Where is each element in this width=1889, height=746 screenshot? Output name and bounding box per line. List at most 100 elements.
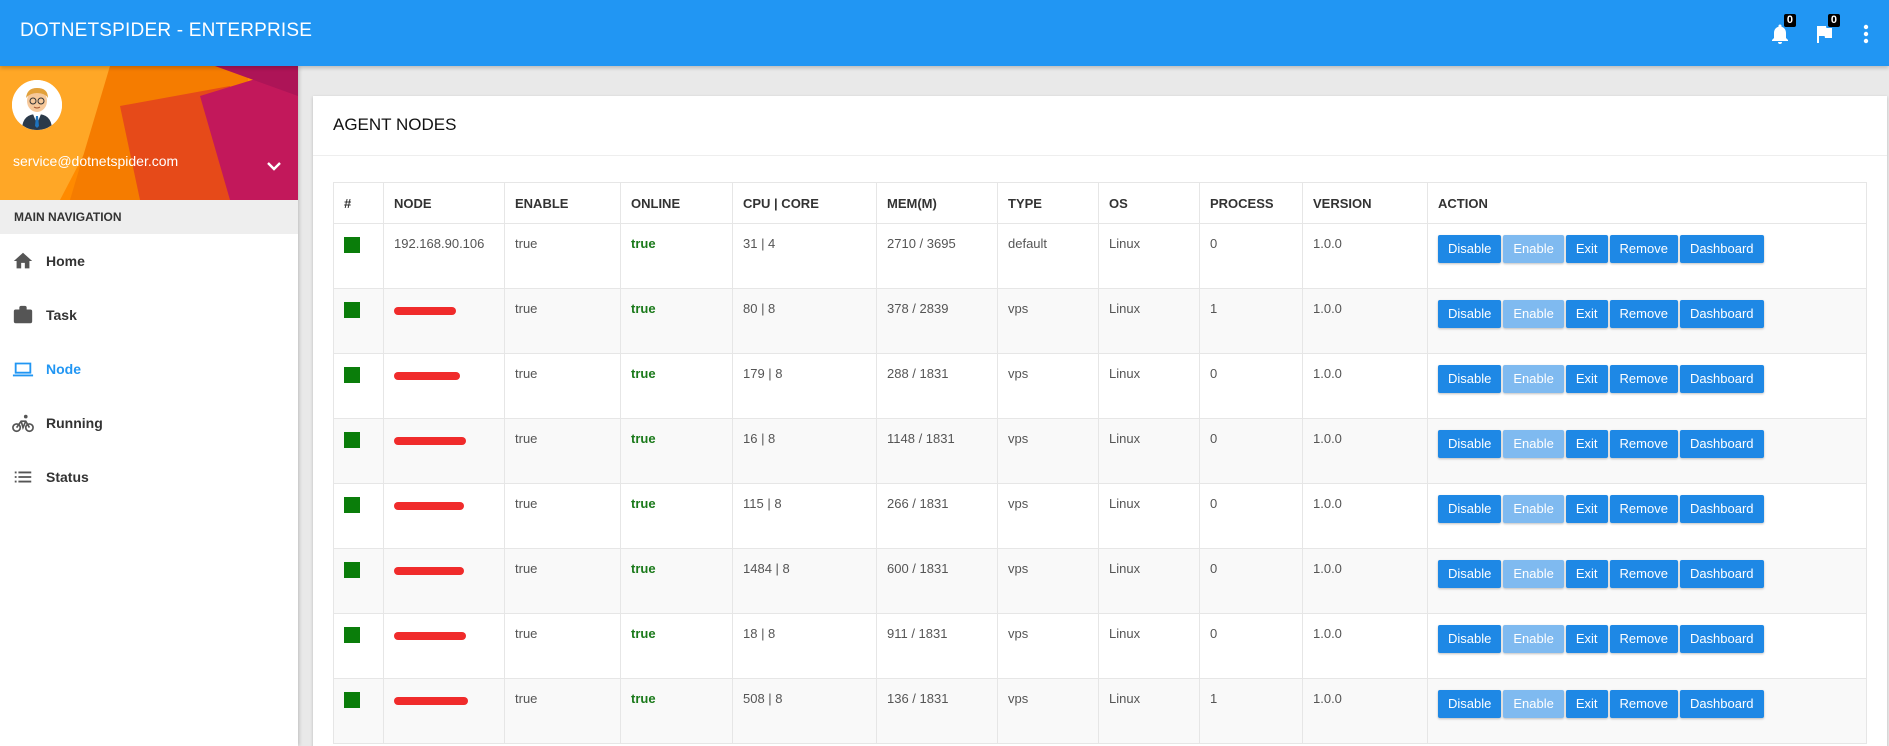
exit-button[interactable]: Exit <box>1565 300 1608 328</box>
dashboard-button[interactable]: Dashboard <box>1679 365 1764 393</box>
remove-button[interactable]: Remove <box>1609 365 1678 393</box>
remove-button[interactable]: Remove <box>1609 430 1678 458</box>
node-cell <box>383 288 505 354</box>
sidebar-item-status[interactable]: Status <box>0 450 298 504</box>
exit-button[interactable]: Exit <box>1565 235 1608 263</box>
user-panel: service@dotnetspider.com <box>0 66 298 200</box>
cpu-cell: 508 | 8 <box>732 678 877 744</box>
online-cell: true <box>620 288 733 354</box>
cpu-cell: 31 | 4 <box>732 223 877 289</box>
sidebar-item-task[interactable]: Task <box>0 288 298 342</box>
column-header: CPU | CORE <box>732 182 877 224</box>
version-cell: 1.0.0 <box>1302 223 1428 289</box>
column-header: TYPE <box>997 182 1099 224</box>
type-cell-value: vps <box>1008 691 1029 706</box>
online-cell: true <box>620 613 733 679</box>
nav-header: MAIN NAVIGATION <box>0 200 298 234</box>
table-row: true true 18 | 8 911 / 1831 vps Linux 0 1.0.0 Di… <box>333 613 1867 679</box>
action-cell: Disable Enable Exit Remove Dashboard <box>1427 548 1867 614</box>
top-app-bar: DOTNETSPIDER - ENTERPRISE 0 0 <box>0 0 1889 66</box>
enable-button: Enable <box>1503 365 1564 393</box>
remove-button[interactable]: Remove <box>1609 495 1678 523</box>
enable-cell: true <box>504 483 621 549</box>
chevron-down-icon[interactable] <box>264 156 284 176</box>
column-header: # <box>333 182 384 224</box>
version-cell-value: 1.0.0 <box>1313 431 1342 446</box>
notifications-button[interactable]: 0 <box>1768 14 1796 46</box>
online-cell-value: true <box>631 496 656 511</box>
sidebar-item-label: Node <box>46 361 81 377</box>
mem-cell-value: 2710 / 3695 <box>887 236 956 251</box>
enable-cell-value: true <box>515 236 538 251</box>
action-cell: Disable Enable Exit Remove Dashboard <box>1427 613 1867 679</box>
sidebar-item-node[interactable]: Node <box>0 342 298 396</box>
app-title: DOTNETSPIDER - ENTERPRISE <box>20 20 313 41</box>
remove-button[interactable]: Remove <box>1609 235 1678 263</box>
dashboard-button[interactable]: Dashboard <box>1679 300 1764 328</box>
exit-button[interactable]: Exit <box>1565 690 1608 718</box>
process-cell: 0 <box>1199 353 1303 419</box>
mem-cell-value: 266 / 1831 <box>887 496 949 511</box>
mem-cell: 288 / 1831 <box>876 353 998 419</box>
os-cell-value: Linux <box>1109 236 1141 251</box>
version-cell: 1.0.0 <box>1302 548 1428 614</box>
version-cell: 1.0.0 <box>1302 418 1428 484</box>
disable-button[interactable]: Disable <box>1438 365 1502 393</box>
sidebar-item-home[interactable]: Home <box>0 234 298 288</box>
status-cell <box>333 353 384 419</box>
sidebar: service@dotnetspider.com MAIN NAVIGATION… <box>0 66 298 746</box>
remove-button[interactable]: Remove <box>1609 300 1678 328</box>
flags-button[interactable]: 0 <box>1812 14 1840 46</box>
cpu-cell-value: 115 | 8 <box>743 496 782 511</box>
remove-button[interactable]: Remove <box>1609 690 1678 718</box>
remove-button[interactable]: Remove <box>1609 560 1678 588</box>
user-avatar[interactable] <box>12 80 62 130</box>
exit-button[interactable]: Exit <box>1565 560 1608 588</box>
disable-button[interactable]: Disable <box>1438 300 1502 328</box>
exit-button[interactable]: Exit <box>1565 430 1608 458</box>
dashboard-button[interactable]: Dashboard <box>1679 495 1764 523</box>
node-cell <box>383 613 505 679</box>
online-cell-value: true <box>631 626 656 641</box>
node-cell: 192.168.90.106 <box>383 223 505 289</box>
disable-button[interactable]: Disable <box>1438 625 1502 653</box>
disable-button[interactable]: Disable <box>1438 495 1502 523</box>
os-cell: Linux <box>1098 678 1200 744</box>
os-cell: Linux <box>1098 548 1200 614</box>
online-cell: true <box>620 483 733 549</box>
dashboard-button[interactable]: Dashboard <box>1679 690 1764 718</box>
dashboard-button[interactable]: Dashboard <box>1679 625 1764 653</box>
exit-button[interactable]: Exit <box>1565 495 1608 523</box>
disable-button[interactable]: Disable <box>1438 235 1502 263</box>
list-icon <box>12 466 34 488</box>
type-cell: default <box>997 223 1099 289</box>
mem-cell: 378 / 2839 <box>876 288 998 354</box>
cpu-cell: 80 | 8 <box>732 288 877 354</box>
exit-button[interactable]: Exit <box>1565 365 1608 393</box>
disable-button[interactable]: Disable <box>1438 560 1502 588</box>
exit-button[interactable]: Exit <box>1565 625 1608 653</box>
sidebar-item-running[interactable]: Running <box>0 396 298 450</box>
disable-button[interactable]: Disable <box>1438 690 1502 718</box>
version-cell-value: 1.0.0 <box>1313 626 1342 641</box>
dashboard-button[interactable]: Dashboard <box>1679 235 1764 263</box>
status-cell <box>333 288 384 354</box>
type-cell: vps <box>997 613 1099 679</box>
sidebar-item-label: Task <box>46 307 77 323</box>
bicycle-icon <box>12 412 34 434</box>
version-cell-value: 1.0.0 <box>1313 301 1342 316</box>
user-avatar-image <box>12 80 62 130</box>
process-cell: 0 <box>1199 483 1303 549</box>
dashboard-button[interactable]: Dashboard <box>1679 430 1764 458</box>
version-cell-value: 1.0.0 <box>1313 691 1342 706</box>
os-cell: Linux <box>1098 353 1200 419</box>
enable-button: Enable <box>1503 235 1564 263</box>
nodes-table: # NODE ENABLE ONLINE CPU | CORE MEM(M) TYPE OS P… <box>333 182 1867 744</box>
os-cell-value: Linux <box>1109 301 1141 316</box>
type-cell: vps <box>997 548 1099 614</box>
dashboard-button[interactable]: Dashboard <box>1679 560 1764 588</box>
disable-button[interactable]: Disable <box>1438 430 1502 458</box>
cpu-cell-value: 508 | 8 <box>743 691 783 706</box>
more-menu-button[interactable] <box>1856 18 1876 46</box>
remove-button[interactable]: Remove <box>1609 625 1678 653</box>
